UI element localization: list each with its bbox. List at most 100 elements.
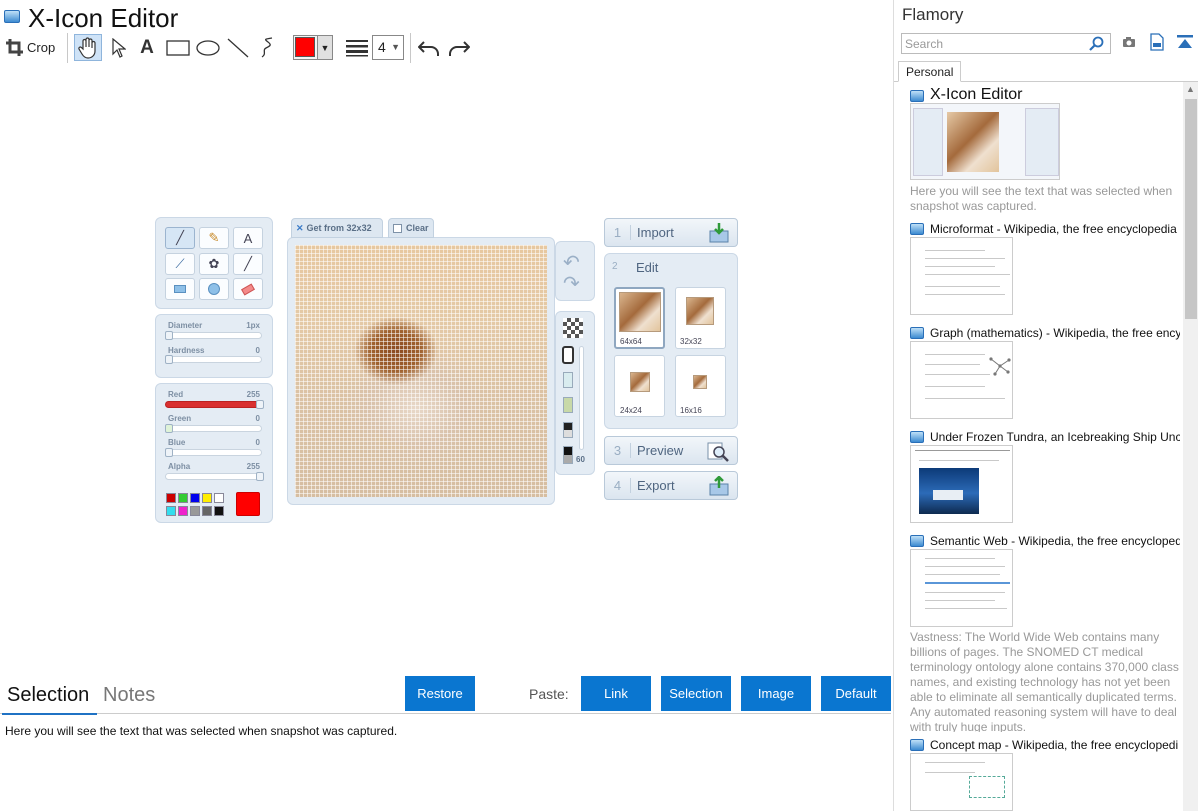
stamp-tool: ✿ [199,253,229,275]
stroke-width-select[interactable]: 4 ▼ [372,35,404,60]
list-item-title[interactable]: Microformat - Wikipedia, the free encycl… [930,222,1180,236]
rectangle-icon [166,39,190,56]
line-icon [227,38,249,58]
scroll-up-icon[interactable]: ▲ [1186,84,1195,94]
hand-tool-button[interactable] [74,34,102,61]
item-icon [910,327,924,339]
slider-label: Hardness [168,346,205,355]
thumb-line [919,460,999,461]
slider-label: Red [168,390,184,399]
dropper-tool: ⟋ [165,253,195,275]
concept-map-icon [969,776,1005,798]
undo-icon [418,39,440,57]
list-item-thumbnail[interactable] [910,103,1060,180]
export-icon [709,475,729,499]
slider-track [165,332,262,339]
eraser-tool [233,278,263,300]
brush-tool: ╱ [165,227,195,249]
step-label: Import [637,225,674,240]
select-tool-button[interactable] [108,34,130,61]
thumb-line [925,558,995,559]
list-item-thumbnail[interactable] [910,341,1013,419]
clear-tab: Clear [388,218,434,238]
selection-text[interactable]: Here you will see the text that was sele… [5,724,397,738]
thumb-line [925,772,975,773]
search-input[interactable]: Search [901,33,1111,54]
list-item-thumbnail[interactable] [910,753,1013,811]
slider-knob [165,424,173,433]
opacity-swatch [563,372,573,388]
redo-icon [448,39,470,57]
text-tool-button[interactable]: A [136,34,158,61]
chevron-down-icon[interactable]: ▼ [317,36,332,59]
thumb-line [915,450,1010,451]
list-item-thumbnail[interactable] [910,549,1013,627]
step-label: Export [637,478,675,493]
text-tool: A [233,227,263,249]
palette-swatch [166,506,176,516]
list-item-title[interactable]: Graph (mathematics) - Wikipedia, the fre… [930,326,1180,340]
slider-value: 255 [246,390,260,399]
palette-swatch [202,493,212,503]
redo-button[interactable] [446,34,472,61]
tab-selection[interactable]: Selection [7,684,89,707]
list-item-title[interactable]: Concept map - Wikipedia, the free encycl… [930,738,1180,752]
palette-swatch [178,493,188,503]
chevron-down-icon: ▼ [391,42,400,52]
camera-icon[interactable] [1122,35,1136,54]
thumb-line [925,374,990,375]
tab-personal[interactable]: Personal [898,61,961,82]
list-item-title[interactable]: X-Icon Editor [930,86,1180,104]
pixel-grid [295,245,547,497]
current-color-swatch [236,492,260,516]
toolbar-separator [410,33,411,63]
hand-icon [78,36,98,59]
paste-default-button[interactable]: Default [821,676,891,711]
slider-knob [165,448,173,457]
list-item-title[interactable]: Under Frozen Tundra, an Icebreaking Ship… [930,430,1180,444]
thumb-highlight [925,582,1010,584]
thumb-line [925,250,985,251]
item-icon [910,223,924,235]
line-tool: ╱ [233,253,263,275]
line-tool-button[interactable] [226,34,250,61]
current-color-swatch[interactable] [295,37,315,57]
thumb-line [925,286,1000,287]
slider-value: 0 [255,346,260,355]
thumb-line [925,762,985,763]
paste-link-button[interactable]: Link [581,676,651,711]
undo-button[interactable] [416,34,442,61]
ellipse-tool-button[interactable] [194,34,222,61]
paste-selection-button[interactable]: Selection [661,676,731,711]
crop-button[interactable]: Crop [6,34,58,61]
rectangle-tool-button[interactable] [164,34,192,61]
line-weight-icon [346,39,368,57]
freehand-icon [259,36,277,59]
ellipse-icon [208,283,220,295]
size-thumbnail [630,372,650,392]
list-item-note: Here you will see the text that was sele… [910,184,1173,213]
list-item-thumbnail[interactable] [910,445,1013,523]
text-icon: A [243,230,253,246]
restore-button[interactable]: Restore [405,676,475,711]
palette-swatch [214,493,224,503]
tab-notes[interactable]: Notes [103,684,155,707]
step-import: 1 Import [604,218,738,247]
list-item-title[interactable]: Semantic Web - Wikipedia, the free encyc… [930,534,1180,548]
line-weight-button[interactable] [344,34,370,61]
list-item-thumbnail[interactable] [910,237,1013,315]
scrollbar-thumb[interactable] [1185,99,1197,319]
search-icon[interactable] [1089,36,1105,57]
opacity-track [579,346,584,450]
collapse-top-icon[interactable] [1176,34,1194,55]
paste-image-button[interactable]: Image [741,676,811,711]
freehand-tool-button[interactable] [256,34,280,61]
page-icon[interactable] [1150,33,1164,56]
slider-track [165,401,262,408]
thumb-line [925,566,1005,567]
dropper-icon: ⟋ [175,256,185,271]
size-label: 64x64 [620,337,642,346]
size-label: 24x24 [620,406,642,415]
line-icon: ╱ [244,256,252,271]
slider-track [165,449,262,456]
